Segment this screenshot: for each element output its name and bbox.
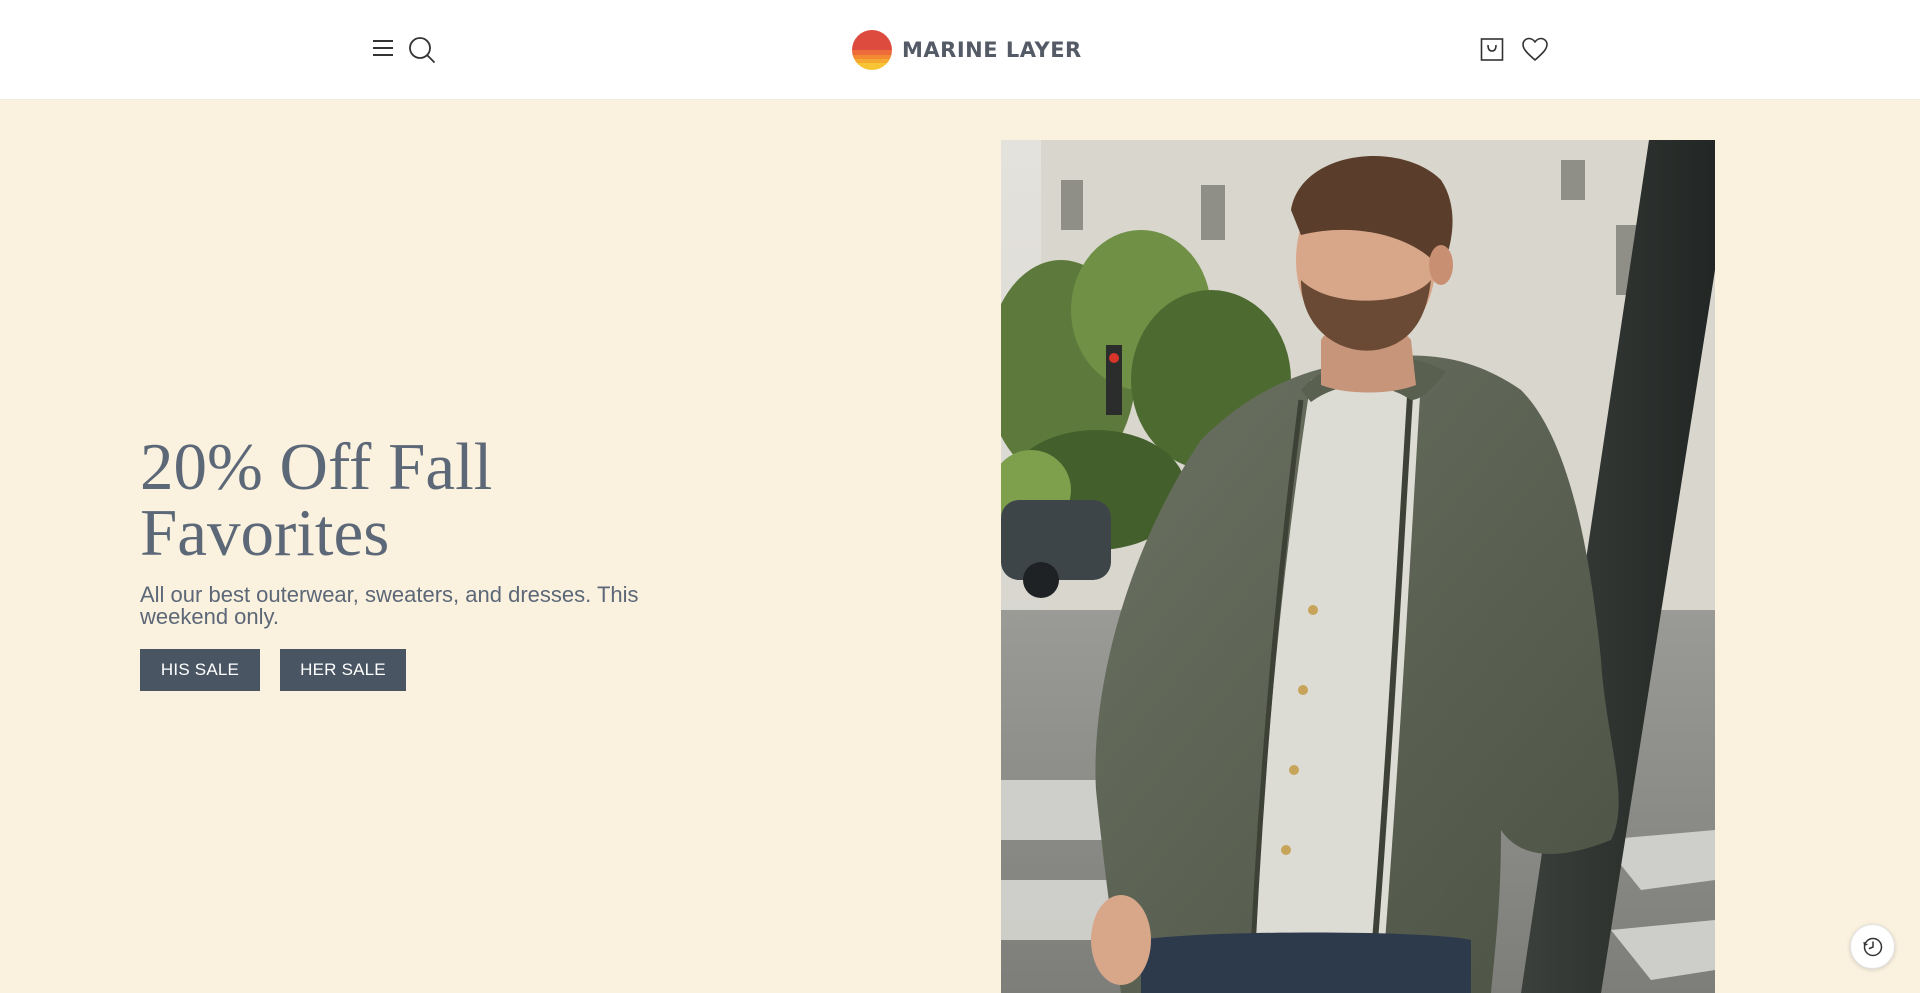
hero-subtitle: All our best outerwear, sweaters, and dr…: [140, 582, 639, 629]
his-sale-button[interactable]: HIS SALE: [140, 649, 260, 691]
search-icon[interactable]: [408, 36, 436, 64]
hamburger-menu-icon[interactable]: [372, 37, 394, 59]
brand-logo[interactable]: MARINE LAYER: [852, 30, 1082, 70]
hero-title: 20% Off Fall Favorites: [140, 430, 493, 570]
hero-buttons: HIS SALE HER SALE: [140, 649, 700, 691]
brand-name: MARINE LAYER: [902, 38, 1082, 62]
sunset-logo-icon: [852, 30, 892, 70]
man-in-bomber-jacket-image: [1001, 140, 1715, 993]
site-header: MARINE LAYER: [0, 0, 1920, 100]
clock-history-icon[interactable]: [1850, 924, 1895, 969]
heart-icon[interactable]: [1521, 37, 1549, 62]
her-sale-button[interactable]: HER SALE: [280, 649, 406, 691]
hero-copy: 20% Off Fall Favorites All our best oute…: [140, 434, 700, 691]
hero-banner: 20% Off Fall Favorites All our best oute…: [0, 100, 1920, 993]
hero-image[interactable]: [1001, 140, 1715, 993]
shopping-bag-icon[interactable]: [1480, 37, 1504, 62]
